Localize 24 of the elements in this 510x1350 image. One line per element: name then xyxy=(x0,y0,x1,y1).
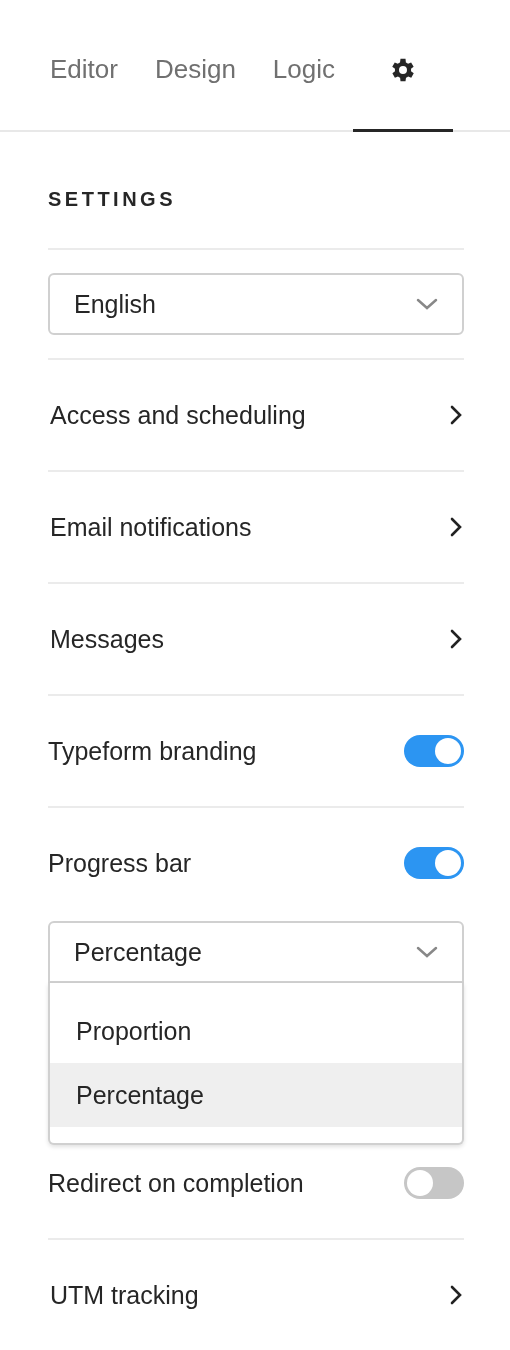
menu-option[interactable]: Percentage xyxy=(50,1063,462,1127)
settings-link[interactable]: Email notifications xyxy=(48,505,464,549)
chevron-right-icon xyxy=(450,405,462,425)
editor-tab[interactable]: Design xyxy=(154,0,236,132)
toggle-switch[interactable] xyxy=(404,735,464,767)
chevron-down-icon xyxy=(416,298,438,310)
settings-link[interactable]: Access and scheduling xyxy=(48,393,464,437)
setting-label: Progress bar xyxy=(48,848,192,878)
chevron-right-icon xyxy=(450,629,462,649)
toggle-switch[interactable] xyxy=(404,847,464,879)
setting-label: Redirect on completion xyxy=(48,1168,304,1198)
setting-label: Typeform branding xyxy=(48,736,257,766)
chevron-right-icon xyxy=(450,517,462,537)
section-heading: SETTINGS xyxy=(48,132,464,250)
progress-select[interactable]: Percentage xyxy=(48,921,464,983)
settings-link[interactable]: UTM tracking xyxy=(48,1273,464,1317)
chevron-right-icon xyxy=(450,1285,462,1305)
editor-tab[interactable]: Logic xyxy=(272,0,335,132)
chevron-down-icon xyxy=(416,946,438,958)
language-select[interactable]: English xyxy=(48,273,464,335)
settings-link[interactable]: Messages xyxy=(48,617,464,661)
toggle-switch[interactable] xyxy=(404,1167,464,1199)
editor-tab[interactable]: Editor xyxy=(50,0,118,132)
menu-option[interactable]: Proportion xyxy=(50,999,462,1063)
